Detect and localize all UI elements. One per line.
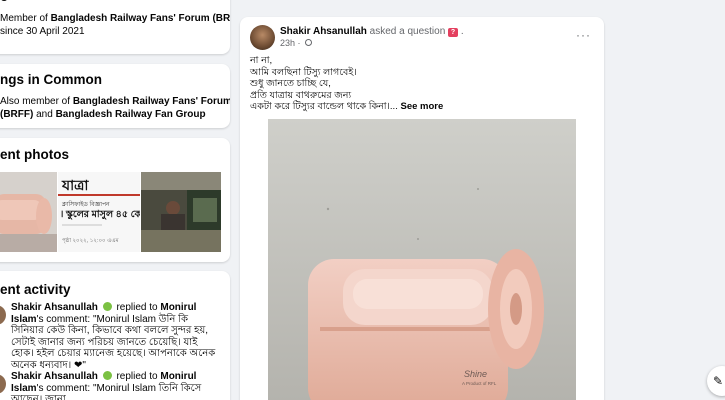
post-line: আমি বলছিনা টিস্যু লাগবেই। xyxy=(250,66,357,78)
avatar xyxy=(0,305,6,325)
activity-text: Shakir Ahsanullah replied to Monirul Isl… xyxy=(11,371,221,400)
activity-suffix: 's xyxy=(36,313,44,325)
common-and: and xyxy=(33,109,56,120)
see-more-link[interactable]: See more xyxy=(400,101,443,112)
activity-item[interactable]: Shakir Ahsanullah replied to Monirul Isl… xyxy=(0,370,230,400)
about-group-link[interactable]: Bangladesh Railway Fans' Forum (BRFF) xyxy=(51,13,230,24)
brand-sub-text: A Product of RFL xyxy=(462,381,497,386)
edit-icon: ✎ xyxy=(713,374,724,388)
post-card: Shakir Ahsanullah asked a question ? . 2… xyxy=(240,17,604,400)
things-in-common-card: ngs in Common Also member of Bangladesh … xyxy=(0,64,230,128)
recent-photos-title: ent photos xyxy=(0,147,69,162)
common-group-link-2[interactable]: Bangladesh Railway Fan Group xyxy=(56,109,206,120)
recent-activity-title: ent activity xyxy=(0,282,71,297)
post-author-link[interactable]: Shakir Ahsanullah xyxy=(280,26,367,37)
common-group-link-1[interactable]: Bangladesh Railway Fans' Forum xyxy=(73,96,230,107)
about-title: o xyxy=(0,0,8,4)
post-header: Shakir Ahsanullah asked a question ? . xyxy=(280,26,464,37)
post-timestamp[interactable]: 23h · xyxy=(280,38,313,48)
more-options-icon[interactable]: ··· xyxy=(576,28,591,42)
recent-photo-3[interactable] xyxy=(141,172,221,252)
common-line2: (BRFF) and Bangladesh Railway Fan Group xyxy=(0,108,206,121)
verified-icon xyxy=(102,371,112,380)
post-action: asked a question xyxy=(369,26,446,37)
post-time-sep: · xyxy=(295,38,304,48)
post-line: একটা করে টিস্যুর বান্ডেল থাকে কিনা।... xyxy=(250,101,398,112)
common-line1-prefix: Also member of xyxy=(0,96,73,107)
post-dot: . xyxy=(460,26,464,37)
post-line: না না, xyxy=(250,55,273,66)
avatar xyxy=(0,374,6,394)
activity-verb: replied to xyxy=(116,371,158,382)
things-in-common-title: ngs in Common xyxy=(0,72,102,87)
recent-photos-card: ent photos যাত্রা ক্লাসিফাইড বিজ্ঞাপন । … xyxy=(0,138,230,262)
brand-text: Shine xyxy=(464,369,487,379)
post-photo[interactable]: Shine A Product of RFL xyxy=(268,119,576,400)
activity-verb: replied to xyxy=(116,302,158,313)
activity-text: Shakir Ahsanullah replied to Monirul Isl… xyxy=(11,302,221,371)
new-message-button[interactable]: ✎ xyxy=(707,366,725,396)
common-line1: Also member of Bangladesh Railway Fans' … xyxy=(0,95,230,108)
post-line: প্রতি যাত্রায় বাথরুমের জন্য xyxy=(250,89,352,101)
newspaper-headline: । স্কুলের মাসুল ৪৫ কোটি xyxy=(60,209,140,220)
avatar[interactable] xyxy=(250,25,275,50)
activity-suffix: 's xyxy=(36,382,44,394)
recent-photo-1[interactable] xyxy=(0,172,57,252)
newspaper-small: পৃষ্ঠা ২০২২, ১২:০০ এএম xyxy=(62,238,119,244)
about-membership-prefix: Member of xyxy=(0,13,51,24)
post-time-text: 23h xyxy=(280,38,296,48)
recent-photo-2[interactable]: যাত্রা ক্লাসিফাইড বিজ্ঞাপন । স্কুলের মাস… xyxy=(58,172,140,252)
common-group-link-1-cont[interactable]: (BRFF) xyxy=(0,109,33,120)
post-line: শুধু জানতে চাচ্ছি যে, xyxy=(250,78,331,89)
about-membership: Member of Bangladesh Railway Fans' Forum… xyxy=(0,12,230,25)
verified-icon xyxy=(102,302,112,311)
about-card: o Member of Bangladesh Railway Fans' For… xyxy=(0,0,230,54)
recent-activity-card: ent activity Shakir Ahsanullah replied t… xyxy=(0,271,230,400)
activity-author-link[interactable]: Shakir Ahsanullah xyxy=(11,371,98,382)
globe-icon xyxy=(305,39,313,46)
post-body: না না, আমি বলছিনা টিস্যু লাগবেই। শুধু জা… xyxy=(250,55,443,113)
activity-item[interactable]: Shakir Ahsanullah replied to Monirul Isl… xyxy=(0,301,230,371)
about-since: since 30 April 2021 xyxy=(0,26,85,37)
question-icon: ? xyxy=(448,28,459,37)
activity-author-link[interactable]: Shakir Ahsanullah xyxy=(11,302,98,313)
